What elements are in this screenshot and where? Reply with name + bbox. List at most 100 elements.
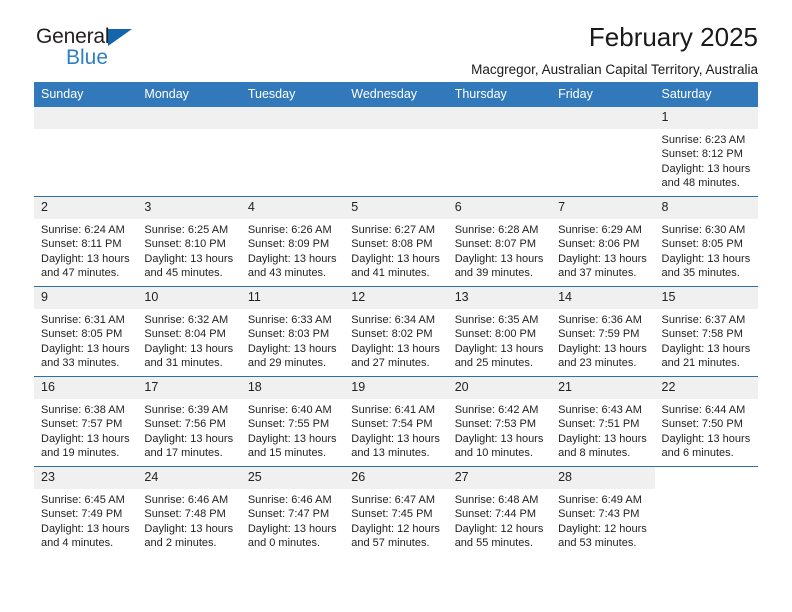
sunset-text: Sunset: 8:11 PM (41, 238, 122, 251)
sunrise-text: Sunrise: 6:33 AM (247, 314, 332, 326)
daylight-text-line2: and 37 minutes. (558, 267, 637, 280)
calendar-day-cell[interactable]: 12 Sunrise: 6:34 AM Sunset: 8:02 PM Dayligh… (344, 286, 448, 377)
day-number (34, 107, 138, 129)
sunrise-text: Sunrise: 6:32 AM (144, 314, 229, 326)
calendar-day-cell[interactable]: 11 Sunrise: 6:33 AM Sunset: 8:03 PM Dayligh… (240, 286, 345, 377)
general-blue-logo[interactable]: General Blue (36, 26, 216, 76)
day-details: Sunrise: 6:44 AM Sunset: 7:50 PM Daylight:… (655, 399, 758, 461)
day-number: 9 (34, 287, 138, 309)
calendar-day-cell[interactable]: 9 Sunrise: 6:31 AM Sunset: 8:05 PM Daylight… (34, 286, 138, 377)
daylight-text-line1: Daylight: 12 hours (351, 522, 440, 535)
day-number: 18 (240, 377, 345, 399)
day-number: 11 (240, 287, 345, 309)
calendar-empty-cell (344, 107, 448, 197)
calendar-day-cell[interactable]: 26 Sunrise: 6:47 AM Sunset: 7:45 PM Dayligh… (344, 466, 448, 556)
sunset-text: Sunset: 7:47 PM (247, 508, 330, 521)
day-number: 21 (551, 377, 655, 399)
daylight-text-line2: and 41 minutes. (351, 267, 430, 280)
calendar-day-cell[interactable]: 8 Sunrise: 6:30 AM Sunset: 8:05 PM Daylight… (654, 196, 758, 287)
day-number: 7 (551, 197, 655, 219)
calendar-empty-cell (240, 107, 345, 197)
calendar-day-cell[interactable]: 27 Sunrise: 6:48 AM Sunset: 7:44 PM Dayligh… (447, 466, 552, 556)
day-number: 4 (240, 197, 345, 219)
daylight-text-line2: and 10 minutes. (454, 447, 533, 460)
day-details: Sunrise: 6:45 AM Sunset: 7:49 PM Daylight:… (34, 489, 137, 551)
calendar-day-cell[interactable]: 5 Sunrise: 6:27 AM Sunset: 8:08 PM Daylight… (344, 196, 448, 287)
sunset-text: Sunset: 8:02 PM (351, 328, 433, 341)
sunset-text: Sunset: 8:09 PM (247, 238, 330, 251)
day-details: Sunrise: 6:26 AM Sunset: 8:09 PM Daylight:… (241, 219, 344, 281)
calendar-day-cell[interactable]: 25 Sunrise: 6:46 AM Sunset: 7:47 PM Dayligh… (240, 466, 345, 556)
day-number: 5 (344, 197, 448, 219)
daylight-text-line2: and 21 minutes. (661, 357, 740, 370)
day-number: 25 (240, 467, 345, 489)
day-number: 3 (137, 197, 241, 219)
calendar-day-cell[interactable]: 15 Sunrise: 6:37 AM Sunset: 7:58 PM Dayligh… (654, 286, 758, 377)
calendar-week-row: 23 Sunrise: 6:45 AM Sunset: 7:49 PM Dayligh… (34, 466, 758, 556)
sunrise-text: Sunrise: 6:43 AM (558, 404, 642, 416)
sunset-text: Sunset: 7:58 PM (661, 328, 743, 341)
sunset-text: Sunset: 8:05 PM (661, 238, 743, 251)
calendar-day-cell[interactable]: 7 Sunrise: 6:29 AM Sunset: 8:06 PM Daylight… (551, 196, 655, 287)
calendar-day-cell[interactable]: 4 Sunrise: 6:26 AM Sunset: 8:09 PM Daylight… (240, 196, 345, 287)
calendar-day-cell[interactable]: 1 Sunrise: 6:23 AM Sunset: 8:12 PM Daylight… (654, 107, 758, 197)
sunrise-text: Sunrise: 6:46 AM (144, 494, 229, 506)
daylight-text-line1: Daylight: 13 hours (247, 252, 337, 265)
calendar-day-cell[interactable]: 28 Sunrise: 6:49 AM Sunset: 7:43 PM Dayligh… (551, 466, 655, 556)
sunset-text: Sunset: 7:57 PM (41, 418, 123, 431)
weekday-header-wednesday: Wednesday (344, 82, 448, 107)
calendar-day-cell[interactable]: 6 Sunrise: 6:28 AM Sunset: 8:07 PM Daylight… (447, 196, 552, 287)
day-number (551, 107, 655, 129)
daylight-text-line1: Daylight: 13 hours (661, 162, 751, 175)
sunrise-text: Sunrise: 6:48 AM (454, 494, 539, 506)
day-details: Sunrise: 6:27 AM Sunset: 8:08 PM Daylight:… (344, 219, 447, 281)
daylight-text-line2: and 33 minutes. (41, 357, 120, 370)
calendar-day-cell[interactable]: 3 Sunrise: 6:25 AM Sunset: 8:10 PM Daylight… (137, 196, 241, 287)
sunset-text: Sunset: 7:53 PM (454, 418, 537, 431)
calendar-day-cell[interactable]: 16 Sunrise: 6:38 AM Sunset: 7:57 PM Dayligh… (34, 376, 138, 467)
sunrise-text: Sunrise: 6:46 AM (247, 494, 332, 506)
day-number: 16 (34, 377, 138, 399)
page-header: General Blue February 2025 Macgregor, Au… (34, 0, 758, 77)
day-number: 13 (447, 287, 552, 309)
logo-triangle-icon (108, 29, 132, 46)
calendar-day-cell[interactable]: 22 Sunrise: 6:44 AM Sunset: 7:50 PM Dayligh… (654, 376, 758, 467)
day-number (137, 107, 241, 129)
daylight-text-line1: Daylight: 13 hours (454, 342, 544, 355)
day-details: Sunrise: 6:46 AM Sunset: 7:47 PM Daylight:… (241, 489, 344, 551)
daylight-text-line1: Daylight: 12 hours (454, 522, 544, 535)
daylight-text-line1: Daylight: 13 hours (351, 342, 440, 355)
daylight-text-line1: Daylight: 13 hours (661, 252, 751, 265)
daylight-text-line2: and 19 minutes. (41, 447, 120, 460)
calendar-day-cell[interactable]: 13 Sunrise: 6:35 AM Sunset: 8:00 PM Dayligh… (447, 286, 552, 377)
calendar-day-cell[interactable]: 24 Sunrise: 6:46 AM Sunset: 7:48 PM Dayligh… (137, 466, 241, 556)
daylight-text-line2: and 13 minutes. (351, 447, 430, 460)
calendar-day-cell[interactable]: 14 Sunrise: 6:36 AM Sunset: 7:59 PM Dayligh… (551, 286, 655, 377)
daylight-text-line1: Daylight: 13 hours (41, 522, 130, 535)
calendar-day-cell[interactable]: 23 Sunrise: 6:45 AM Sunset: 7:49 PM Dayligh… (34, 466, 138, 556)
daylight-text-line2: and 39 minutes. (454, 267, 533, 280)
daylight-text-line1: Daylight: 12 hours (558, 522, 647, 535)
calendar-day-cell[interactable]: 17 Sunrise: 6:39 AM Sunset: 7:56 PM Dayligh… (137, 376, 241, 467)
daylight-text-line1: Daylight: 13 hours (247, 342, 337, 355)
calendar-day-cell[interactable]: 20 Sunrise: 6:42 AM Sunset: 7:53 PM Dayligh… (447, 376, 552, 467)
calendar-day-cell[interactable]: 18 Sunrise: 6:40 AM Sunset: 7:55 PM Dayligh… (240, 376, 345, 467)
sunset-text: Sunset: 7:49 PM (41, 508, 123, 521)
calendar-day-cell[interactable]: 19 Sunrise: 6:41 AM Sunset: 7:54 PM Dayligh… (344, 376, 448, 467)
calendar-empty-cell (447, 107, 552, 197)
day-details: Sunrise: 6:41 AM Sunset: 7:54 PM Daylight:… (344, 399, 447, 461)
daylight-text-line1: Daylight: 13 hours (558, 252, 647, 265)
calendar-day-cell[interactable]: 10 Sunrise: 6:32 AM Sunset: 8:04 PM Dayligh… (137, 286, 241, 377)
day-number: 8 (654, 197, 758, 219)
day-number: 10 (137, 287, 241, 309)
day-number: 6 (447, 197, 552, 219)
page-subtitle: Macgregor, Australian Capital Territory,… (471, 62, 758, 77)
calendar-day-cell[interactable]: 2 Sunrise: 6:24 AM Sunset: 8:11 PM Daylight… (34, 196, 138, 287)
weekday-header-sunday: Sunday (34, 82, 138, 107)
day-number: 12 (344, 287, 448, 309)
calendar-day-cell[interactable]: 21 Sunrise: 6:43 AM Sunset: 7:51 PM Dayligh… (551, 376, 655, 467)
sunrise-text: Sunrise: 6:30 AM (661, 224, 746, 236)
daylight-text-line1: Daylight: 13 hours (41, 342, 130, 355)
sunset-text: Sunset: 8:10 PM (144, 238, 226, 251)
sunset-text: Sunset: 7:44 PM (454, 508, 537, 521)
